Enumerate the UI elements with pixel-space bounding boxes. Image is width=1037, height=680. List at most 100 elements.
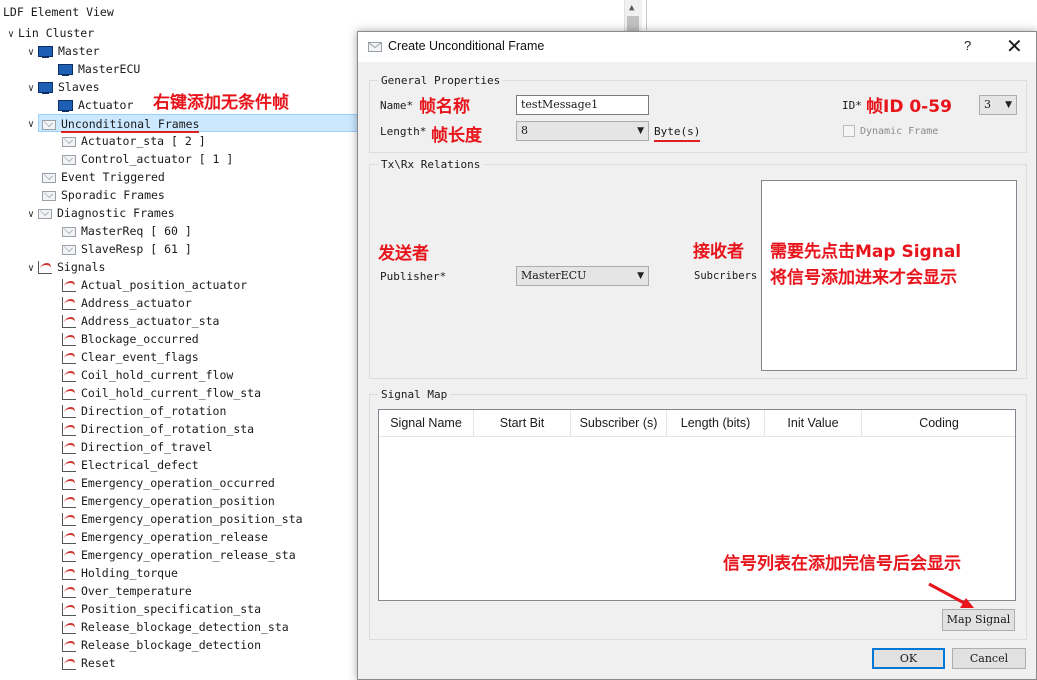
id-select[interactable]: 3 ▼	[979, 95, 1017, 115]
tree-node-signal[interactable]: Blockage_occurred	[62, 330, 199, 348]
tree-node-label: Direction_of_travel	[81, 440, 213, 454]
tree-node-label: MasterECU	[78, 62, 141, 76]
tree-node-masterecu[interactable]: MasterECU	[58, 60, 140, 78]
column-header[interactable]: Subscriber (s)	[571, 410, 667, 436]
annotation-frame-name: 帧名称	[419, 97, 470, 117]
expand-arrow-icon[interactable]: ∨	[24, 260, 38, 278]
signal-icon	[62, 279, 76, 292]
frame-icon	[42, 119, 56, 130]
tree-node-label: Actuator	[78, 98, 134, 112]
tree-node-signal[interactable]: Clear_event_flags	[62, 348, 199, 366]
tree-node-control-actuator[interactable]: Control_actuator [ 1 ]	[62, 150, 233, 168]
column-header[interactable]: Coding	[862, 410, 1016, 436]
tree-node-label: Release_blockage_detection	[81, 638, 262, 652]
annotation-publisher: 发送者	[378, 244, 429, 264]
tree-node-signal[interactable]: Holding_torque	[62, 564, 178, 582]
tree-node-signal[interactable]: Electrical_defect	[62, 456, 199, 474]
expand-arrow-icon[interactable]: ∨	[24, 80, 38, 98]
tree-node-signal[interactable]: Position_specification_sta	[62, 600, 261, 618]
group-title: Signal Map	[378, 388, 451, 401]
tree-node-slaveresp[interactable]: SlaveResp [ 61 ]	[62, 240, 192, 258]
annotation-frame-id: 帧ID 0-59	[866, 97, 952, 117]
tree-node-label: Emergency_operation_position	[81, 494, 275, 508]
annotation-map-note-2: 将信号添加进来才会显示	[770, 268, 957, 288]
scroll-up-icon[interactable]: ▲	[629, 3, 634, 13]
close-button[interactable]: ✕	[1006, 34, 1023, 59]
tree-node-label: Signals	[57, 260, 106, 274]
right-panel	[646, 0, 1037, 30]
tree-node-sporadic-frames[interactable]: Sporadic Frames	[42, 186, 165, 204]
tree-node-label: Sporadic Frames	[61, 188, 165, 202]
tree-node-lin-cluster[interactable]: ∨ Lin Cluster	[4, 24, 94, 42]
signal-icon	[62, 621, 76, 634]
annotation-frame-length: 帧长度	[431, 126, 482, 146]
cancel-button[interactable]: Cancel	[952, 648, 1026, 669]
tree-node-actuator-sta[interactable]: Actuator_sta [ 2 ]	[62, 132, 206, 150]
publisher-label: Publisher*	[380, 270, 447, 283]
id-label: ID*	[842, 99, 862, 112]
tree-node-signal[interactable]: Over_temperature	[62, 582, 192, 600]
tree-node-masterreq[interactable]: MasterReq [ 60 ]	[62, 222, 192, 240]
tree-node-signal[interactable]: Emergency_operation_position	[62, 492, 275, 510]
dialog-title: Create Unconditional Frame	[388, 39, 545, 53]
name-input[interactable]: testMessage1	[516, 95, 649, 115]
tree-node-label: SlaveResp [ 61 ]	[81, 242, 192, 256]
column-header[interactable]: Length (bits)	[667, 410, 765, 436]
tree-node-label: Electrical_defect	[81, 458, 199, 472]
dynamic-frame-checkbox[interactable]	[843, 125, 855, 137]
tree-node-actuator[interactable]: Actuator	[58, 96, 133, 114]
signal-icon	[62, 495, 76, 508]
tree-node-signal[interactable]: Actual_position_actuator	[62, 276, 247, 294]
expand-arrow-icon[interactable]: ∨	[24, 44, 38, 62]
tree-node-signal[interactable]: Release_blockage_detection	[62, 636, 261, 654]
frame-icon	[368, 42, 382, 52]
expand-arrow-unconditional[interactable]: ∨	[24, 114, 38, 132]
tree-node-label: Unconditional Frames	[61, 117, 200, 133]
group-title: Tx\Rx Relations	[378, 158, 484, 171]
publisher-select[interactable]: MasterECU ▼	[516, 266, 649, 286]
tree-node-signal[interactable]: Emergency_operation_occurred	[62, 474, 275, 492]
expand-arrow-icon[interactable]: ∨	[24, 206, 38, 224]
tree-node-signal[interactable]: Emergency_operation_release	[62, 528, 268, 546]
signal-icon	[62, 513, 76, 526]
dialog-titlebar[interactable]: Create Unconditional Frame ? ✕	[358, 32, 1036, 62]
tree-node-label: Diagnostic Frames	[57, 206, 175, 220]
tree-node-label: Emergency_operation_position_sta	[81, 512, 303, 526]
expand-arrow-icon[interactable]: ∨	[24, 116, 38, 134]
tree-node-signal[interactable]: Emergency_operation_position_sta	[62, 510, 303, 528]
tree-node-master[interactable]: ∨ Master	[24, 42, 100, 60]
column-header[interactable]: Signal Name	[379, 410, 474, 436]
column-header[interactable]: Init Value	[765, 410, 862, 436]
tree-node-label: Reset	[81, 656, 116, 670]
length-select[interactable]: 8 ▼	[516, 121, 649, 141]
tree-node-signal[interactable]: Address_actuator_sta	[62, 312, 219, 330]
column-header[interactable]: Start Bit	[474, 410, 571, 436]
expand-arrow-icon[interactable]: ∨	[4, 26, 18, 44]
tree-node-signal[interactable]: Direction_of_rotation_sta	[62, 420, 254, 438]
tree-node-signal[interactable]: Direction_of_rotation	[62, 402, 226, 420]
frame-icon	[42, 190, 56, 201]
tree-node-slaves[interactable]: ∨ Slaves	[24, 78, 100, 96]
tree-node-signal[interactable]: Release_blockage_detection_sta	[62, 618, 289, 636]
name-label: Name*	[380, 99, 414, 112]
tree-node-signal[interactable]: Coil_hold_current_flow_sta	[62, 384, 261, 402]
tree-node-label: MasterReq [ 60 ]	[81, 224, 192, 238]
tree-node-signal[interactable]: Reset	[62, 654, 116, 672]
tree-node-label: Direction_of_rotation	[81, 404, 227, 418]
tree-node-signal[interactable]: Direction_of_travel	[62, 438, 213, 456]
map-signal-button[interactable]: Map Signal	[942, 609, 1015, 631]
frame-icon	[62, 226, 76, 237]
ecu-icon	[38, 81, 53, 94]
tree-node-signals[interactable]: ∨ Signals	[24, 258, 105, 276]
tree-node-event-triggered[interactable]: Event Triggered	[42, 168, 165, 186]
tree-node-signal[interactable]: Emergency_operation_release_sta	[62, 546, 296, 564]
signal-icon	[62, 549, 76, 562]
tree-node-diagnostic-frames[interactable]: ∨ Diagnostic Frames	[24, 204, 175, 222]
tree-node-unconditional-frames[interactable]: Unconditional Frames	[38, 114, 358, 133]
signal-icon	[62, 459, 76, 472]
tree-node-signal[interactable]: Coil_hold_current_flow	[62, 366, 233, 384]
help-button[interactable]: ?	[964, 38, 971, 53]
ok-button[interactable]: OK	[872, 648, 945, 669]
tree-node-signal[interactable]: Address_actuator	[62, 294, 192, 312]
chevron-down-icon: ▼	[637, 271, 644, 281]
